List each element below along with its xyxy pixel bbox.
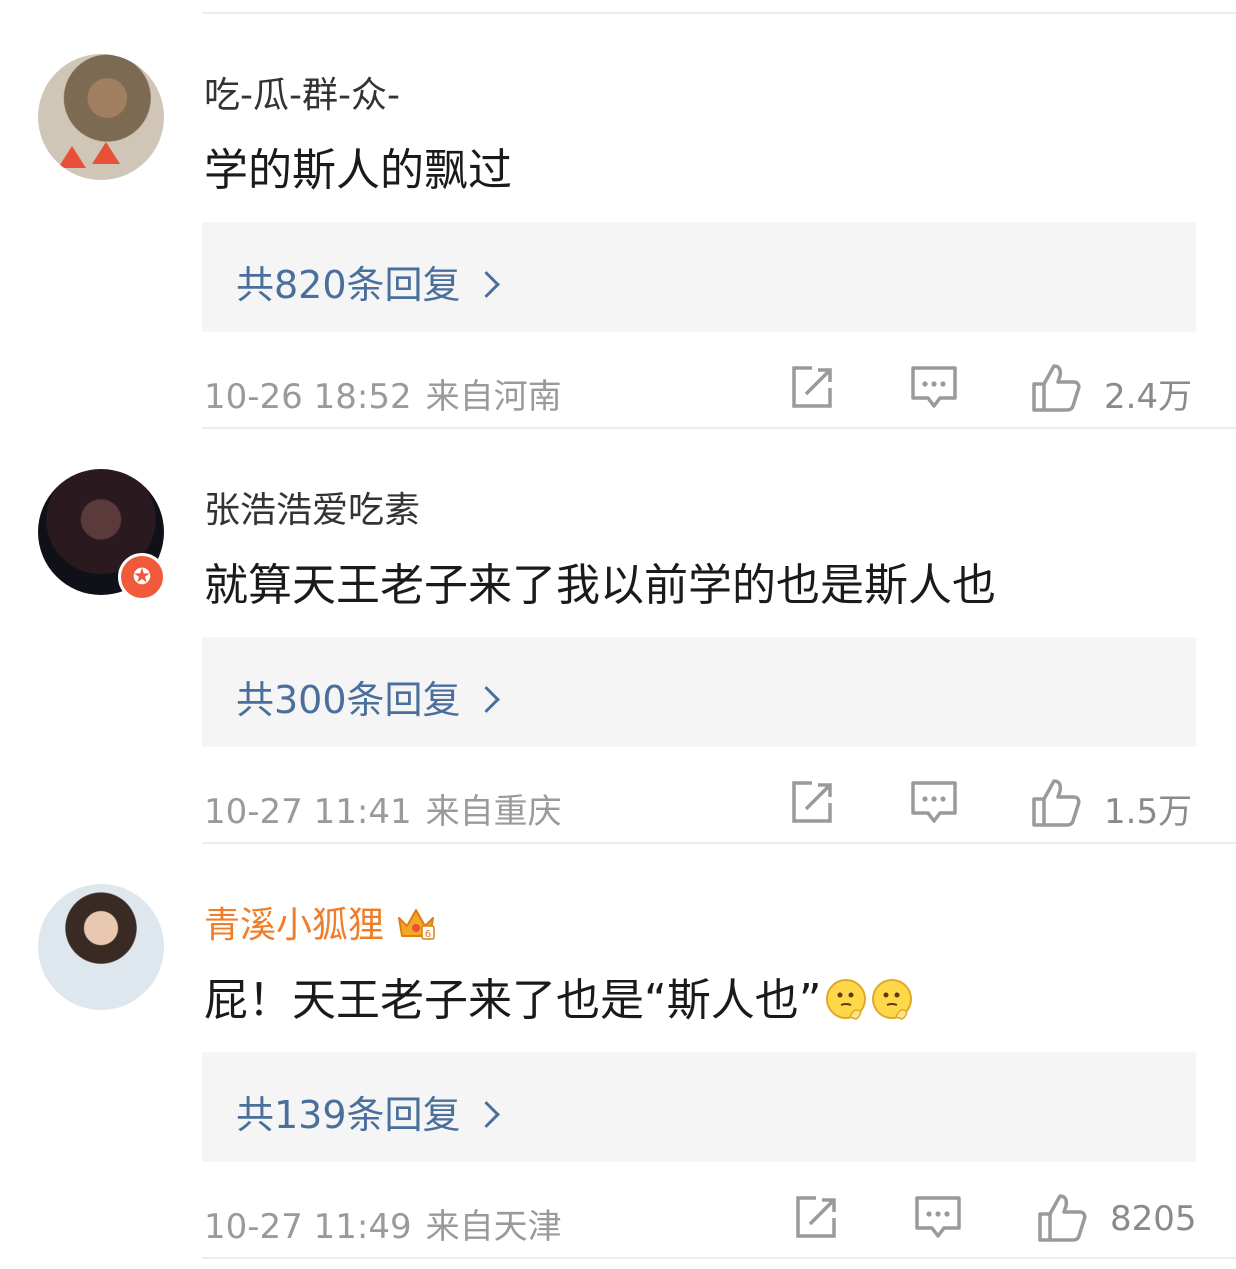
replies-label: 共300条回复 [236, 678, 461, 722]
comment-icon[interactable] [912, 1192, 964, 1244]
thinking-emoji-icon [871, 979, 912, 1020]
replies-label-wrap: 共820条回复 [236, 254, 500, 309]
avatar[interactable] [38, 884, 164, 1010]
username[interactable]: 张浩浩爱吃素 [204, 481, 420, 533]
location: 来自天津 [425, 1207, 562, 1247]
timestamp: 10-26 18:52 [204, 377, 412, 417]
replies-label-wrap: 共139条回复 [236, 1084, 500, 1139]
repost-icon[interactable] [790, 1192, 842, 1244]
username-text: 青溪小狐狸 [204, 905, 385, 946]
watermelon-shape [58, 146, 86, 168]
star-badge-icon: ✪ [118, 553, 166, 601]
location: 来自河南 [425, 377, 562, 417]
like-icon[interactable] [1030, 777, 1082, 829]
like-icon[interactable] [1030, 362, 1082, 414]
avatar[interactable] [38, 54, 164, 180]
timestamp: 10-27 11:41 [204, 792, 412, 832]
comment-text-body: 屁！天王老子来了也是“斯人也” [204, 975, 822, 1026]
bottom-divider [202, 1257, 1236, 1259]
username[interactable]: 青溪小狐狸 6 [204, 896, 436, 948]
comment-meta: 10-27 11:41 来自重庆 [204, 784, 562, 833]
comment-item: 青溪小狐狸 6 屁！天王老子来了也是“斯人也” 共139条回复 10-27 11… [0, 844, 1236, 1257]
replies-label: 共139条回复 [236, 1093, 461, 1137]
like-count: 1.5万 [1104, 792, 1193, 832]
chevron-right-icon [472, 1101, 500, 1128]
replies-button[interactable]: 共820条回复 [202, 222, 1196, 332]
repost-icon[interactable] [786, 777, 838, 829]
comment-icon[interactable] [908, 362, 960, 414]
comment-text: 屁！天王老子来了也是“斯人也” [204, 964, 914, 1028]
comment-text: 学的斯人的飘过 [204, 145, 512, 196]
comment-meta: 10-26 18:52 来自河南 [204, 369, 562, 418]
chevron-right-icon [472, 271, 500, 298]
watermelon-shape [92, 142, 120, 164]
thinking-emoji-icon [825, 979, 866, 1020]
comment-text: 就算天王老子来了我以前学的也是斯人也 [204, 560, 996, 611]
username[interactable]: 吃-瓜-群-众- [204, 66, 400, 118]
location: 来自重庆 [425, 792, 562, 832]
timestamp: 10-27 11:49 [204, 1207, 412, 1247]
chevron-right-icon [472, 686, 500, 713]
crown-icon: 6 [398, 909, 435, 940]
repost-icon[interactable] [786, 362, 838, 414]
like-count: 2.4万 [1104, 377, 1193, 417]
like-icon[interactable] [1036, 1192, 1088, 1244]
like-count: 8205 [1110, 1199, 1197, 1239]
comment-icon[interactable] [908, 777, 960, 829]
comment-meta: 10-27 11:49 来自天津 [204, 1199, 562, 1248]
replies-button[interactable]: 共139条回复 [202, 1052, 1196, 1162]
comment-item: ✪ 张浩浩爱吃素 就算天王老子来了我以前学的也是斯人也 共300条回复 10-2… [0, 429, 1236, 842]
replies-label-wrap: 共300条回复 [236, 669, 500, 724]
comment-item: 吃-瓜-群-众- 学的斯人的飘过 共820条回复 10-26 18:52 来自河南… [0, 14, 1236, 427]
replies-button[interactable]: 共300条回复 [202, 637, 1196, 747]
replies-label: 共820条回复 [236, 263, 461, 307]
svg-text:6: 6 [425, 929, 431, 940]
